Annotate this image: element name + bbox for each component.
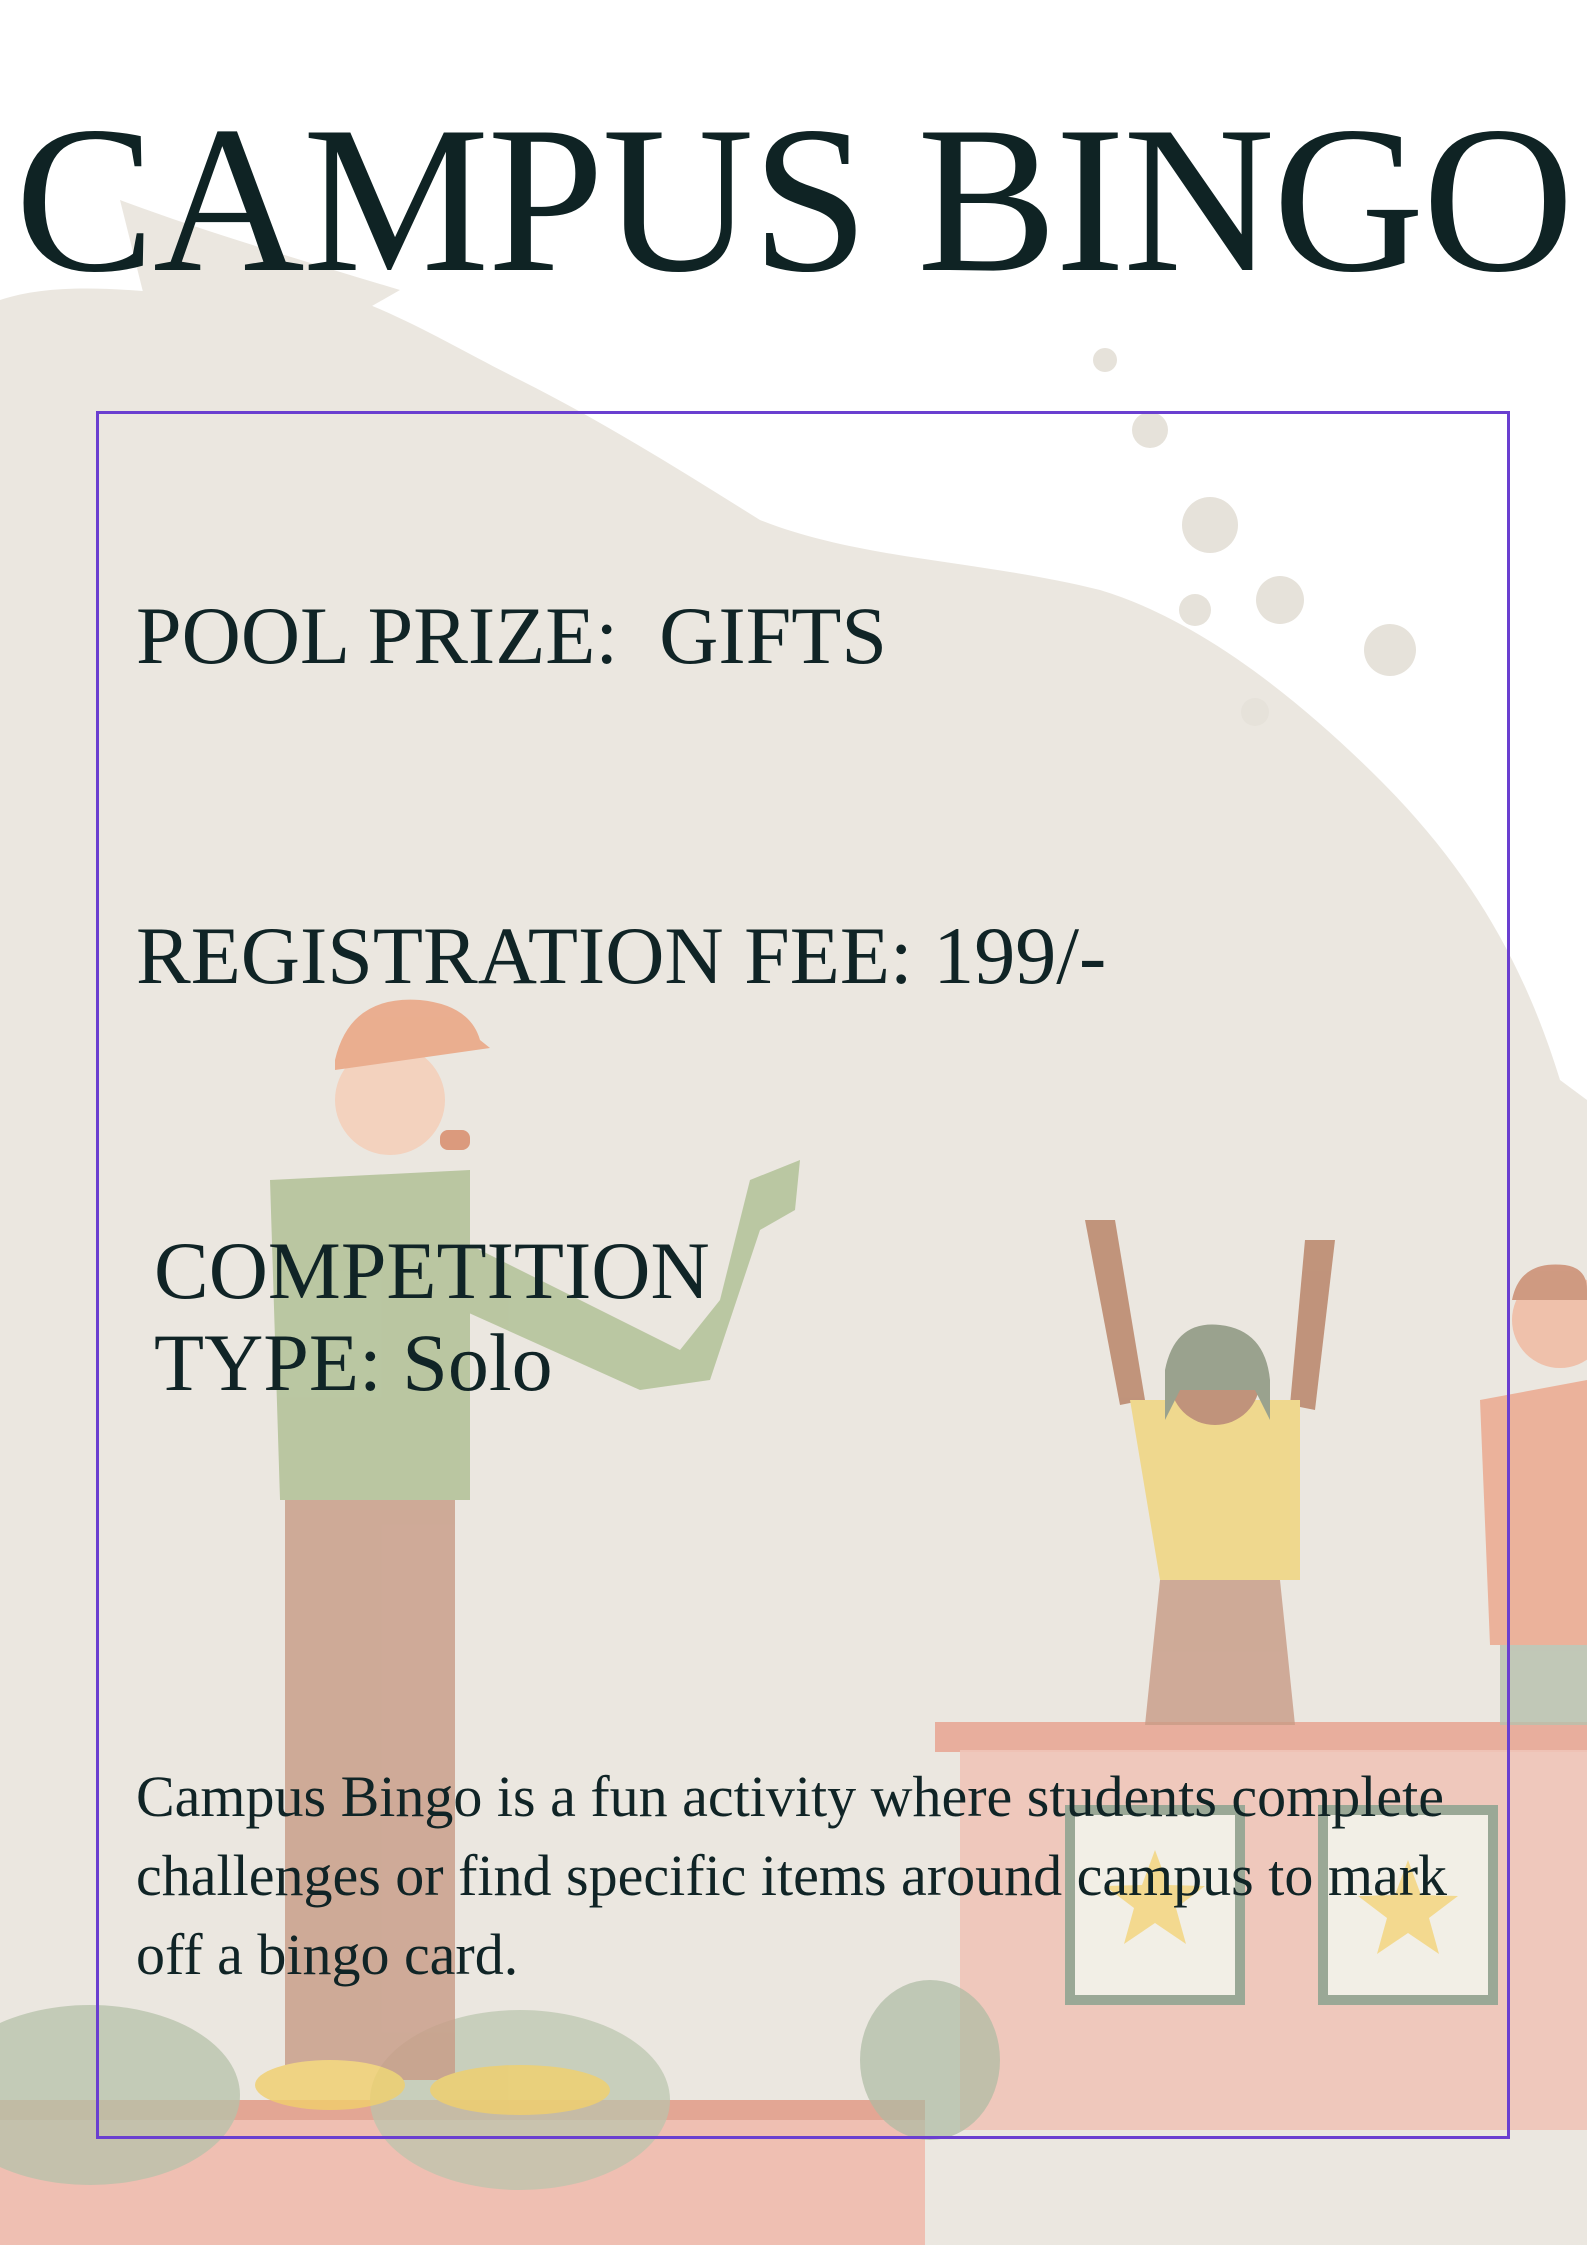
poster-page: CAMPUS BINGO POOL PRIZE: GIFTS REGISTRAT… bbox=[0, 0, 1587, 2245]
event-description: Campus Bingo is a fun activity where stu… bbox=[136, 1764, 1448, 1987]
registration-fee-text: REGISTRATION FEE: 199/- bbox=[136, 910, 1107, 1001]
paint-drop bbox=[1093, 348, 1117, 372]
pool-prize-text: POOL PRIZE: GIFTS bbox=[136, 590, 887, 681]
page-title: CAMPUS BINGO bbox=[14, 84, 1574, 316]
competition-type-text: COMPETITION TYPE: Solo bbox=[154, 1225, 710, 1408]
